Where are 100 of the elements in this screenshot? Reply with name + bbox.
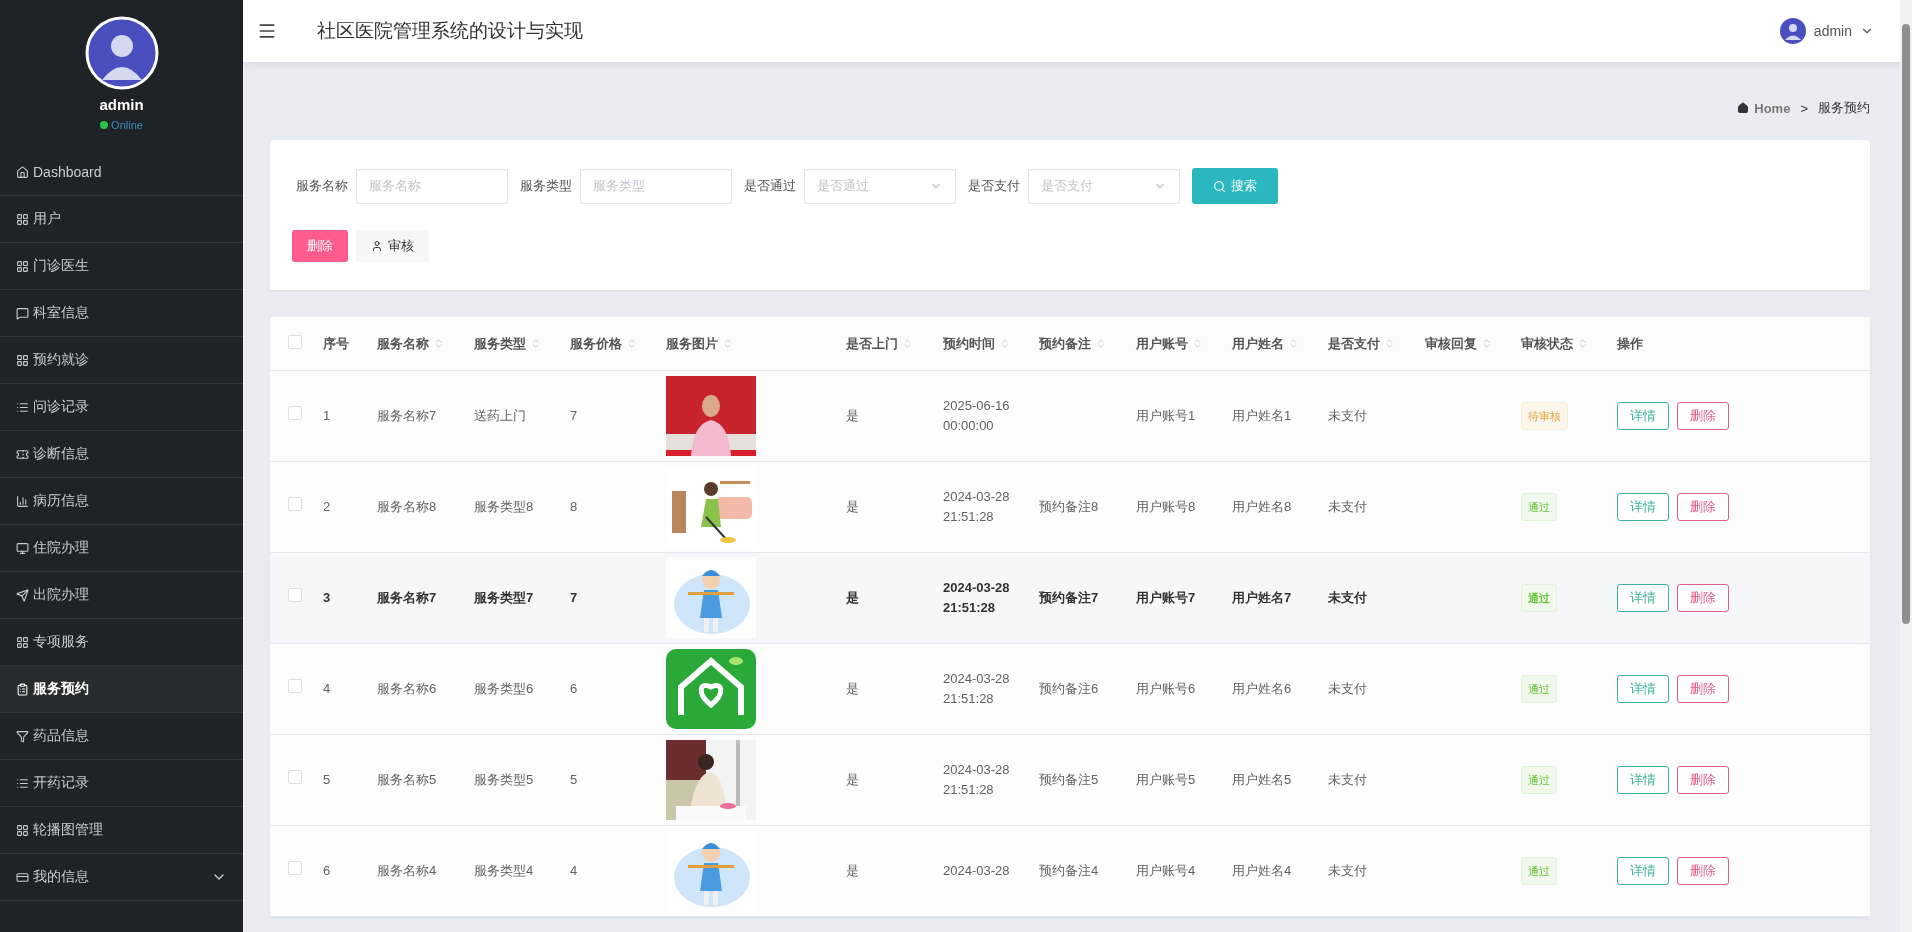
table-cell: 用户账号4 [1136,863,1196,878]
checkbox[interactable] [288,861,302,875]
sort-icon[interactable] [722,338,733,349]
column-header[interactable]: 预约备注 [1031,317,1128,371]
table-cell: 预约备注6 [1039,681,1099,696]
table-cell: 是 [846,863,859,878]
sort-icon[interactable] [626,338,637,349]
sort-icon[interactable] [1384,338,1395,349]
table-cell: 用户姓名1 [1232,408,1292,423]
sort-icon[interactable] [1192,338,1203,349]
delete-button[interactable]: 删除 [1677,402,1729,430]
column-header: 操作 [1609,317,1870,371]
column-header: 序号 [315,317,369,371]
sidebar-item[interactable]: 诊断信息 [0,431,243,478]
grid-icon [16,635,29,649]
home-icon [16,165,29,179]
delete-button[interactable]: 删除 [1677,857,1729,885]
checkbox[interactable] [288,588,302,602]
table-cell: 用户账号6 [1136,681,1196,696]
table-cell: 未支付 [1328,681,1367,696]
table-row[interactable]: 5 服务名称5 服务类型5 5 是 2024-03-28 21:51:28 预约备注5 用户账号5 用户姓名5 未支付 通过 详情 删除 [270,734,1870,826]
table-cell-text: 2024-03-28 21:51:28 [943,761,1011,799]
table-cell: 7 [570,590,578,605]
table-cell: 服务名称4 [377,863,437,878]
column-header[interactable]: 审核回复 [1417,317,1513,371]
column-header[interactable]: 服务类型 [466,317,562,371]
sidebar-item[interactable]: 预约就诊 [0,337,243,384]
home-icon [1737,102,1750,114]
grid-icon [16,823,29,837]
review-button[interactable]: 审核 [356,230,429,262]
table-row[interactable]: 2 服务名称8 服务类型8 8 是 2024-03-28 21:51:28 预约备注8 用户账号8 用户姓名8 未支付 通过 详情 删除 [270,461,1870,553]
sidebar-item[interactable]: 轮播图管理 [0,807,243,854]
table-cell-text: 2024-03-28 21:51:28 [943,670,1011,708]
column-header[interactable]: 是否支付 [1320,317,1417,371]
table-cell: 用户账号1 [1136,408,1196,423]
delete-button[interactable]: 删除 [1677,675,1729,703]
table-row[interactable]: 6 服务名称4 服务类型4 4 是 2024-03-28 预约备注4 用户账号4 用户姓名4 未支付 通过 详情 删除 [270,825,1870,917]
user-menu[interactable]: admin [1779,18,1874,44]
sidebar-item[interactable]: 住院办理 [0,525,243,572]
sidebar-item[interactable]: 病历信息 [0,478,243,525]
sidebar-item[interactable]: 开药记录 [0,760,243,807]
sort-icon[interactable] [999,338,1010,349]
table-cell: 用户账号7 [1136,590,1196,605]
card-icon [16,870,29,884]
delete-button[interactable]: 删除 [1677,584,1729,612]
online-status: Online [100,119,143,131]
sidebar-item[interactable]: 门诊医生 [0,243,243,290]
table-cell: 未支付 [1328,590,1367,605]
sort-icon[interactable] [1095,338,1106,349]
status-tag: 通过 [1521,493,1557,521]
column-header[interactable]: 预约时间 [935,317,1031,371]
column-header[interactable]: 服务价格 [562,317,658,371]
table-row[interactable]: 3 服务名称7 服务类型7 7 是 2024-03-28 21:51:28 预约备注7 用户账号7 用户姓名7 未支付 通过 详情 删除 [270,552,1870,644]
sort-icon[interactable] [1481,338,1492,349]
column-header[interactable]: 是否上门 [838,317,935,371]
table-cell: 1 [323,408,331,423]
field-label: 是否支付 [968,177,1020,195]
table-cell: 7 [570,408,578,423]
menu-icon[interactable] [257,21,277,41]
sidebar-item[interactable]: Dashboard [0,149,243,196]
column-header[interactable]: 服务图片 [658,317,838,371]
table-cell-text: 2024-03-28 21:51:28 [943,579,1011,617]
sort-icon[interactable] [1577,338,1588,349]
filter-icon [16,729,29,743]
table-row[interactable]: 1 服务名称7 送药上门 7 是 2025-06-16 00:00:00 用户账号1 用户姓名1 未支付 待审核 详情 删除 [270,370,1870,462]
list-icon [16,400,29,414]
checkbox[interactable] [288,497,302,511]
home-link[interactable]: Home [1737,100,1791,116]
avatar [1779,18,1806,44]
checkbox[interactable] [288,335,302,349]
sort-icon[interactable] [530,338,541,349]
sidebar-item[interactable]: 药品信息 [0,713,243,760]
sort-icon[interactable] [1288,338,1299,349]
sidebar-item[interactable]: 我的信息 [0,854,243,901]
column-header[interactable]: 服务名称 [369,317,466,371]
sidebar-item[interactable]: 科室信息 [0,290,243,337]
column-header[interactable]: 用户姓名 [1224,317,1320,371]
table-cell: 用户账号8 [1136,499,1196,514]
table-cell: 3 [323,590,331,605]
delete-button[interactable]: 删除 [1677,766,1729,794]
field-label: 服务类型 [520,177,572,195]
column-header[interactable]: 用户账号 [1128,317,1224,371]
column-header[interactable]: 审核状态 [1513,317,1609,371]
sidebar-item[interactable]: 出院办理 [0,572,243,619]
checkbox[interactable] [288,406,302,420]
table-cell: 8 [570,499,578,514]
app-title: 社区医院管理系统的设计与实现 [317,19,584,43]
sidebar-item[interactable]: 服务预约 [0,666,243,713]
checkbox[interactable] [288,679,302,693]
table-cell-text: 2024-03-28 21:51:28 [943,488,1011,526]
sidebar-item[interactable]: 用户 [0,196,243,243]
delete-button[interactable]: 删除 [1677,493,1729,521]
table-cell: 服务类型6 [474,681,534,696]
table-row[interactable]: 4 服务名称6 服务类型6 6 是 2024-03-28 21:51:28 预约备注6 用户账号6 用户姓名6 未支付 通过 详情 删除 [270,643,1870,735]
sidebar-item[interactable]: 问诊记录 [0,384,243,431]
table-cell: 是 [846,681,859,696]
sort-icon[interactable] [433,338,444,349]
checkbox[interactable] [288,770,302,784]
sort-icon[interactable] [902,338,913,349]
table-cell: 未支付 [1328,499,1367,514]
